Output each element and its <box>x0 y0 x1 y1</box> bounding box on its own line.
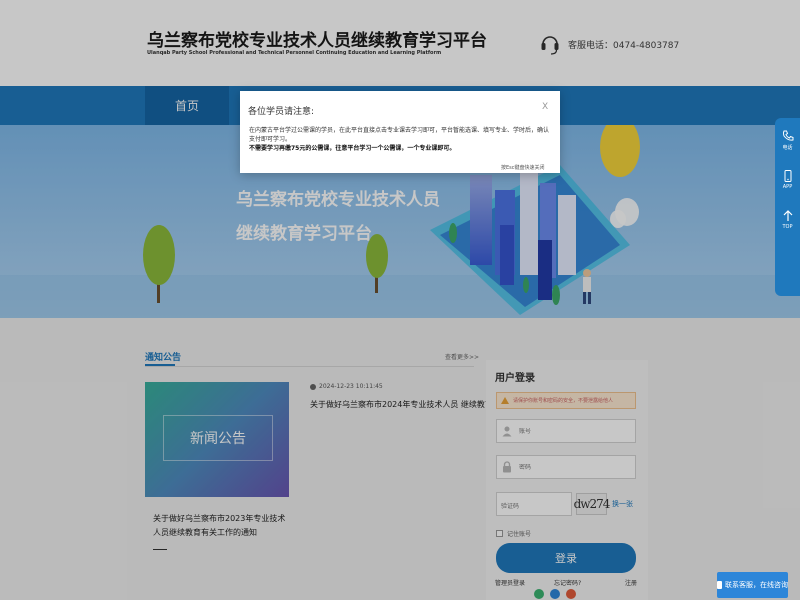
modal-body-emphasis: 不需要学习再缴75元的公需课，往意平台学习一个公需课，一个专业课即可。 <box>249 145 456 152</box>
modal-title: 各位学员请注意: <box>248 107 315 117</box>
phone-icon <box>782 130 793 141</box>
customer-service-label: 联系客服，在线咨询 <box>725 581 788 589</box>
right-float-bar: 电话 APP TOP <box>775 118 800 296</box>
modal-esc-hint: 按Esc键盘快速关闭 <box>501 165 545 171</box>
float-item-app-label: APP <box>782 184 793 190</box>
chat-icon <box>717 581 722 589</box>
arrow-up-icon <box>783 210 792 221</box>
customer-service-button[interactable]: 联系客服，在线咨询 <box>717 572 788 598</box>
float-item-app[interactable]: APP <box>775 160 800 200</box>
modal-body: 在内蒙古平台学过公需课的学员，在此平台直接点击专业课去学习即可，平台暂能选课、填… <box>249 126 554 153</box>
float-item-top-label: TOP <box>782 224 793 230</box>
modal-backdrop[interactable] <box>0 0 800 600</box>
notice-modal: 各位学员请注意: X 在内蒙古平台学过公需课的学员，在此平台直接点击专业课去学习… <box>240 91 560 173</box>
float-item-phone[interactable]: 电话 <box>775 120 800 160</box>
mobile-icon <box>784 170 791 182</box>
modal-body-text: 在内蒙古平台学过公需课的学员，在此平台直接点击专业课去学习即可，平台暂能选课、填… <box>249 127 550 143</box>
float-item-phone-label: 电话 <box>782 144 793 151</box>
modal-close-button[interactable]: X <box>542 102 548 112</box>
float-item-top[interactable]: TOP <box>775 200 800 240</box>
